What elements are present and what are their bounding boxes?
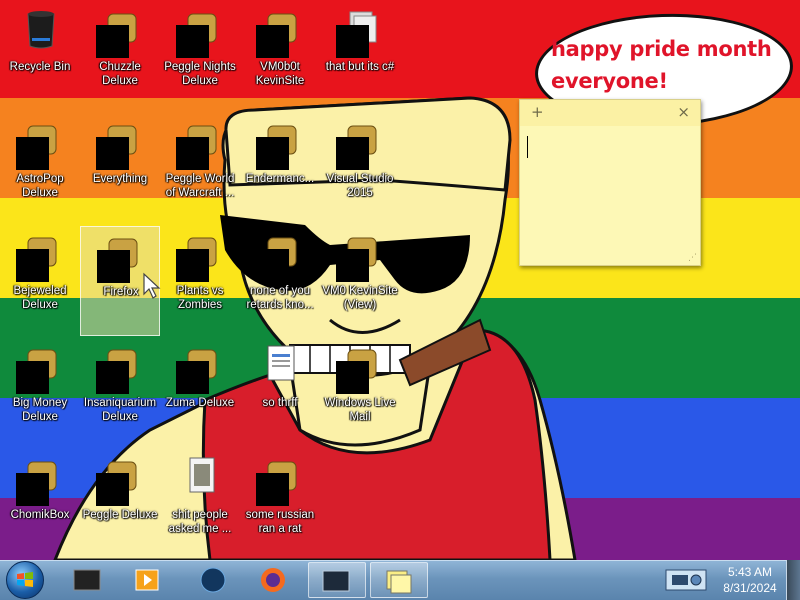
desktop-icon-label: so thrff xyxy=(262,397,298,409)
taskbar-media-player-button[interactable] xyxy=(120,562,174,598)
desktop-icon-label: Everything xyxy=(92,173,148,185)
desktop-icon-windows-live-mail[interactable]: Windows Live Mail xyxy=(320,338,400,448)
redaction-box xyxy=(96,473,129,506)
text-caret xyxy=(527,136,528,158)
redaction-box xyxy=(96,137,129,170)
desktop-icon-label: Recycle Bin xyxy=(9,61,71,73)
speech-bubble-text: happy pride month everyone! xyxy=(551,37,772,93)
desktop-icon-chuzzle-deluxe[interactable]: Chuzzle Deluxe xyxy=(80,2,160,112)
redaction-box xyxy=(256,249,289,282)
resize-grip-icon[interactable]: ⋰ xyxy=(688,253,697,263)
mouse-pointer-icon xyxy=(143,272,161,299)
sticky-notes-icon xyxy=(386,570,412,594)
windows-logo-icon xyxy=(17,572,33,587)
globe-icon xyxy=(200,567,226,593)
desktop-icon-label: Big Money Deluxe xyxy=(12,397,68,423)
redaction-box xyxy=(16,137,49,170)
desktop-icon-label: Visual Studio 2015 xyxy=(326,173,394,199)
desktop-icon-zuma-deluxe[interactable]: Zuma Deluxe xyxy=(160,338,240,448)
redaction-box xyxy=(336,25,369,58)
desktop-icon-endermanc[interactable]: Endermanc... xyxy=(240,114,320,224)
desktop-icon-visual-studio-2015[interactable]: Visual Studio 2015 xyxy=(320,114,400,224)
desktop-icon-label: Plants vs Zombies xyxy=(176,285,224,311)
desktop-icon-bejeweled-deluxe[interactable]: Bejeweled Deluxe xyxy=(0,226,80,336)
sticky-note[interactable]: + × ⋰ xyxy=(519,99,701,266)
desktop-icon-big-money-deluxe[interactable]: Big Money Deluxe xyxy=(0,338,80,448)
desktop-icon-shit-people-asked-me[interactable]: shit people asked me ... xyxy=(160,450,240,560)
clock-time: 5:43 AM xyxy=(727,565,773,579)
desktop-icon-label: AstroPop Deluxe xyxy=(16,173,64,199)
desktop-icon-recycle-bin[interactable]: Recycle Bin xyxy=(0,2,80,112)
taskbar-vm-button[interactable] xyxy=(186,562,240,598)
start-button[interactable] xyxy=(6,561,44,599)
taskbar-window-button[interactable] xyxy=(308,562,366,598)
desktop-icon-everything[interactable]: Everything xyxy=(80,114,160,224)
system-tray-app[interactable] xyxy=(664,566,710,594)
desktop-icon-so-thrff[interactable]: so thrff xyxy=(240,338,320,448)
redaction-box xyxy=(176,249,209,282)
desktop-icon-label: VM0 KevinSite (View) xyxy=(322,285,398,311)
desktop-icon-vm0b0t-kevinsite[interactable]: VM0b0t KevinSite xyxy=(240,2,320,112)
redaction-box xyxy=(16,361,49,394)
desktop-icon-label: some russian ran a rat xyxy=(245,509,315,535)
desktop-icon-label: none of you retards kno... xyxy=(246,285,314,311)
redaction-box xyxy=(336,361,369,394)
desktop-icon-insaniquarium-deluxe[interactable]: Insaniquarium Deluxe xyxy=(80,338,160,448)
sticky-note-text[interactable] xyxy=(530,134,690,254)
desktop-icon-label: Chuzzle Deluxe xyxy=(99,61,141,87)
redaction-box xyxy=(256,25,289,58)
tray-app-icon xyxy=(665,569,707,591)
desktop-icon-that-but-its-c[interactable]: that but its c# xyxy=(320,2,400,112)
sticky-note-close-button[interactable]: × xyxy=(677,103,690,121)
window-icon xyxy=(322,570,350,592)
taskbar-explorer-button[interactable] xyxy=(60,562,114,598)
desktop-icon-peggle-world-of-warcraft[interactable]: Peggle World of Warcraft ... xyxy=(160,114,240,224)
redaction-box xyxy=(256,473,289,506)
taskbar-clock[interactable]: 5:43 AM 8/31/2024 xyxy=(716,562,784,598)
show-desktop-button[interactable] xyxy=(786,560,800,600)
desktop-icon-none-of-you-retards-kno[interactable]: none of you retards kno... xyxy=(240,226,320,336)
desktop-icon-some-russian-ran-a-rat[interactable]: some russian ran a rat xyxy=(240,450,320,560)
library-icon xyxy=(73,569,101,591)
redaction-box xyxy=(16,473,49,506)
clock-date: 8/31/2024 xyxy=(723,581,777,595)
media-player-icon xyxy=(135,569,159,591)
sticky-note-titlebar[interactable] xyxy=(520,100,700,126)
desktop-icon-label: Windows Live Mail xyxy=(324,397,396,423)
desktop-icon-plants-vs-zombies[interactable]: Plants vs Zombies xyxy=(160,226,240,336)
desktop-icon-peggle-nights-deluxe[interactable]: Peggle Nights Deluxe xyxy=(160,2,240,112)
desktop-icon-label: Zuma Deluxe xyxy=(165,397,235,409)
redaction-box xyxy=(336,249,369,282)
document-icon xyxy=(267,345,295,381)
desktop-icon-label: Peggle Deluxe xyxy=(82,509,158,521)
redaction-box xyxy=(256,137,289,170)
text-file-icon xyxy=(189,457,215,493)
redaction-box xyxy=(176,361,209,394)
redaction-box xyxy=(96,25,129,58)
redaction-box xyxy=(176,25,209,58)
firefox-icon xyxy=(261,568,285,592)
desktop-icon-astropop-deluxe[interactable]: AstroPop Deluxe xyxy=(0,114,80,224)
recycle-bin-icon xyxy=(27,11,55,49)
desktop-icon-peggle-deluxe[interactable]: Peggle Deluxe xyxy=(80,450,160,560)
redaction-box xyxy=(96,361,129,394)
desktop-icon-vm0-kevinsite-view[interactable]: VM0 KevinSite (View) xyxy=(320,226,400,336)
desktop-icon-label: Endermanc... xyxy=(245,173,315,185)
desktop-icon-label: Peggle World of Warcraft ... xyxy=(165,173,235,199)
desktop-icon-label: ChomikBox xyxy=(10,509,70,521)
desktop-icon-label: Insaniquarium Deluxe xyxy=(83,397,157,423)
desktop-icon-label: VM0b0t KevinSite xyxy=(255,61,305,87)
desktop-icon-label: that but its c# xyxy=(325,61,395,73)
desktop-icon-label: Bejeweled Deluxe xyxy=(13,285,67,311)
desktop-icon-chomikbox[interactable]: ChomikBox xyxy=(0,450,80,560)
redaction-box xyxy=(16,249,49,282)
desktop-icon-label: Peggle Nights Deluxe xyxy=(164,61,236,87)
taskbar-sticky-notes-button[interactable] xyxy=(370,562,428,598)
desktop-icon-label: shit people asked me ... xyxy=(168,509,232,535)
redaction-box xyxy=(176,137,209,170)
redaction-box xyxy=(336,137,369,170)
sticky-note-add-button[interactable]: + xyxy=(531,103,544,121)
redaction-box xyxy=(97,250,130,283)
taskbar-firefox-button[interactable] xyxy=(246,562,300,598)
